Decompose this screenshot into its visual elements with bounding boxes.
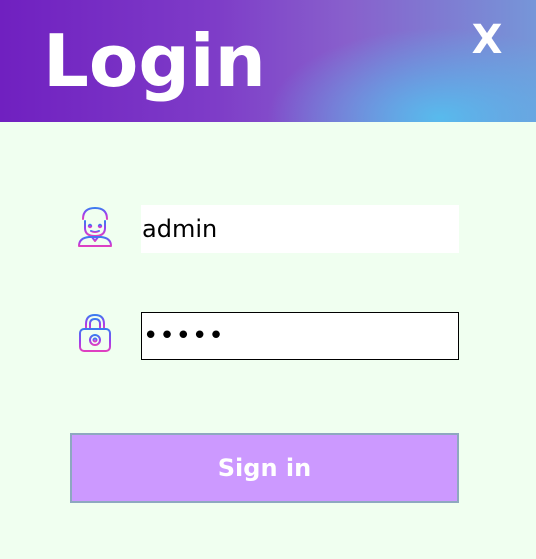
lock-icon	[75, 311, 115, 355]
page-title: Login	[43, 19, 266, 103]
sign-in-button[interactable]: Sign in	[70, 433, 459, 503]
user-icon	[75, 204, 115, 248]
close-button[interactable]: X	[466, 16, 508, 64]
password-input[interactable]	[141, 312, 459, 360]
header-bar: Login X	[0, 0, 536, 122]
username-input[interactable]	[141, 205, 459, 253]
